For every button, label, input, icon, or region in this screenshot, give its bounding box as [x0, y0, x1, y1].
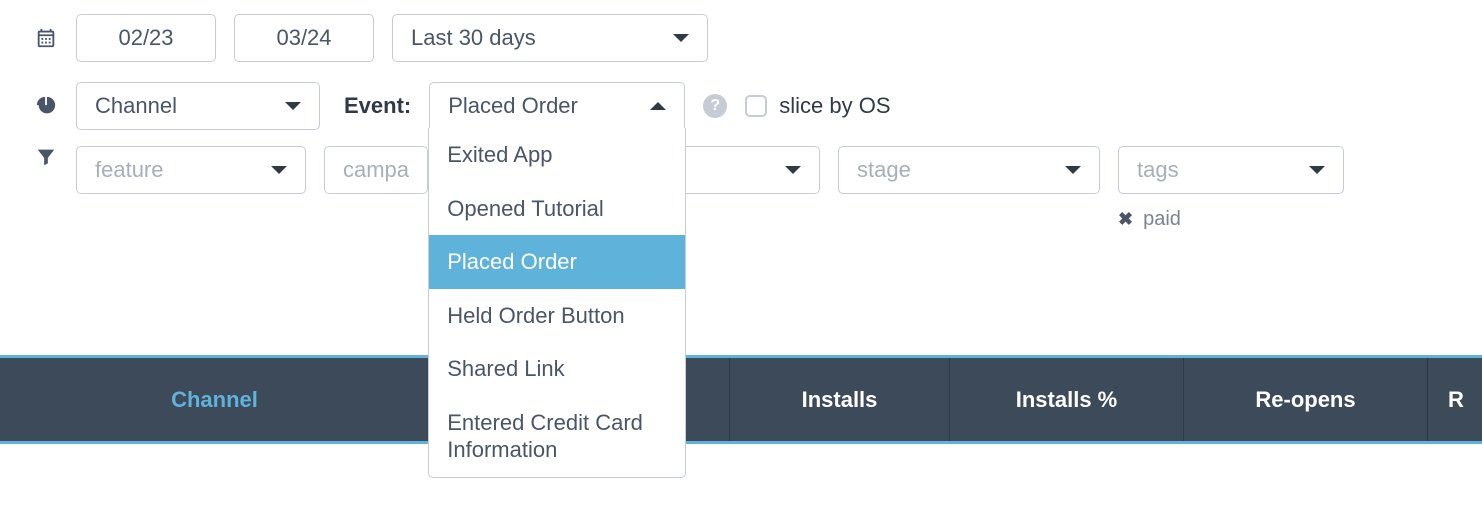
- table-header-reopens[interactable]: Re-opens: [1184, 358, 1428, 441]
- table-header-partial[interactable]: R: [1428, 358, 1482, 441]
- event-option[interactable]: Shared Link: [429, 342, 685, 396]
- tags-filter-label: tags: [1137, 157, 1179, 183]
- feature-filter-select[interactable]: feature: [76, 146, 306, 194]
- chevron-down-icon: [1309, 166, 1325, 174]
- tag-chip-label: paid: [1143, 208, 1181, 231]
- date-preset-select[interactable]: Last 30 days: [392, 14, 708, 62]
- stage-filter-select[interactable]: stage: [838, 146, 1100, 194]
- campaign-filter-select[interactable]: campa: [324, 146, 428, 194]
- grouping-row: Channel Event: Placed Order Exited App O…: [0, 76, 1482, 136]
- pie-chart-icon: [34, 95, 58, 117]
- filters-row: feature campa nel stage tags ✖ paid: [0, 136, 1482, 245]
- filter-icon: [34, 146, 58, 168]
- date-end-input[interactable]: 03/24: [234, 14, 374, 62]
- feature-filter-label: feature: [95, 157, 164, 183]
- chevron-down-icon: [785, 166, 801, 174]
- results-table: Channel Installs Installs % Re-opens R: [0, 355, 1482, 444]
- event-option[interactable]: Entered Credit Card Information: [429, 396, 685, 477]
- chevron-up-icon: [650, 102, 666, 110]
- event-option[interactable]: Held Order Button: [429, 289, 685, 343]
- chevron-down-icon: [271, 166, 287, 174]
- event-label: Event:: [344, 93, 411, 119]
- chevron-down-icon: [673, 34, 689, 42]
- table-header-row: Channel Installs Installs % Re-opens R: [0, 358, 1482, 444]
- remove-tag-icon[interactable]: ✖: [1118, 209, 1133, 230]
- table-header-channel[interactable]: Channel: [0, 358, 430, 441]
- event-option[interactable]: Exited App: [429, 128, 685, 182]
- event-select-value: Placed Order: [448, 93, 578, 119]
- campaign-filter-label: campa: [343, 157, 409, 183]
- tags-filter-select[interactable]: tags: [1118, 146, 1344, 194]
- event-select[interactable]: Placed Order: [429, 82, 685, 130]
- table-header-installs[interactable]: Installs: [730, 358, 950, 441]
- chevron-down-icon: [285, 102, 301, 110]
- calendar-icon: [34, 27, 58, 49]
- table-header-installs-pct[interactable]: Installs %: [950, 358, 1184, 441]
- date-range-row: 02/23 03/24 Last 30 days: [0, 0, 1482, 76]
- chevron-down-icon: [1065, 166, 1081, 174]
- help-icon[interactable]: ?: [703, 94, 727, 118]
- tag-chip: ✖ paid: [1118, 208, 1344, 231]
- event-dropdown-menu: Exited App Opened Tutorial Placed Order …: [428, 128, 686, 478]
- event-select-wrapper: Placed Order Exited App Opened Tutorial …: [429, 82, 685, 130]
- grouping-select[interactable]: Channel: [76, 82, 320, 130]
- tags-filter-group: tags ✖ paid: [1118, 146, 1344, 231]
- stage-filter-label: stage: [857, 157, 911, 183]
- slice-by-os-checkbox[interactable]: [745, 95, 767, 117]
- event-option[interactable]: Opened Tutorial: [429, 182, 685, 236]
- slice-by-os-label: slice by OS: [779, 93, 890, 119]
- event-option[interactable]: Placed Order: [429, 235, 685, 289]
- date-start-input[interactable]: 02/23: [76, 14, 216, 62]
- date-preset-label: Last 30 days: [411, 25, 536, 51]
- grouping-select-label: Channel: [95, 93, 177, 119]
